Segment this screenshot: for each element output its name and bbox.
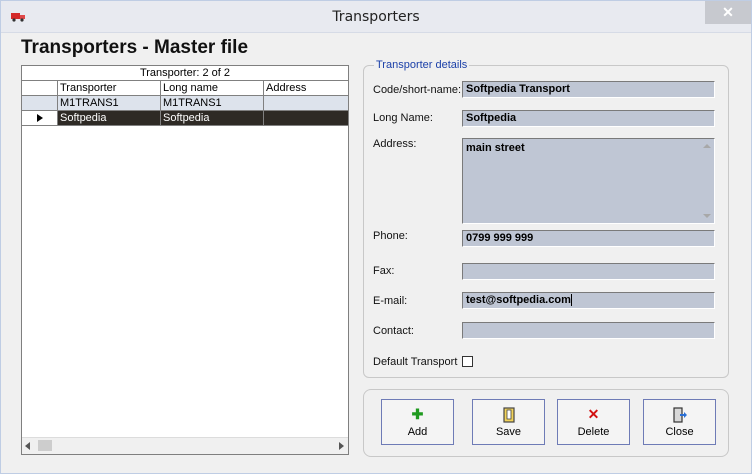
cell-transporter[interactable]: M1TRANS1: [58, 96, 161, 110]
default-transport-label: Default Transport: [373, 356, 458, 368]
row-indicator: [22, 111, 58, 125]
address-label: Address:: [373, 138, 417, 150]
grid-caption: Transporter: 2 of 2: [22, 66, 348, 81]
grid-header-indicator: [22, 81, 58, 95]
address-text: main street: [466, 142, 525, 154]
grid-horizontal-scrollbar[interactable]: [22, 437, 348, 454]
current-row-pointer-icon: [37, 114, 43, 122]
fax-field[interactable]: [462, 263, 715, 280]
cell-address[interactable]: [264, 96, 348, 110]
window-close-button[interactable]: ✕: [705, 1, 751, 24]
table-row[interactable]: M1TRANS1 M1TRANS1: [22, 96, 348, 111]
save-icon: [473, 404, 544, 424]
exit-door-icon: [644, 404, 715, 424]
phone-field[interactable]: 0799 999 999: [462, 230, 715, 247]
transporter-grid[interactable]: Transporter: 2 of 2 Transporter Long nam…: [21, 65, 349, 455]
scroll-down-icon[interactable]: [703, 214, 711, 218]
row-indicator: [22, 96, 58, 110]
cell-transporter[interactable]: Softpedia: [58, 111, 161, 125]
column-header-address[interactable]: Address: [264, 81, 348, 95]
scroll-up-icon[interactable]: [703, 144, 711, 148]
save-button-label: Save: [495, 426, 522, 438]
add-button[interactable]: ✚ Add: [381, 399, 454, 445]
plus-icon: ✚: [411, 406, 424, 422]
code-label: Code/short-name:: [373, 84, 462, 96]
delete-button[interactable]: ✕ Delete: [557, 399, 630, 445]
contact-label: Contact:: [373, 325, 414, 337]
window-title: Transporters: [332, 9, 420, 25]
transporter-details-group: Transporter details Code/short-name: Sof…: [363, 59, 729, 378]
column-header-long-name[interactable]: Long name: [161, 81, 264, 95]
contact-field[interactable]: [462, 322, 715, 339]
text-caret: [570, 294, 572, 307]
group-legend: Transporter details: [374, 59, 470, 71]
scroll-right-icon[interactable]: [339, 442, 344, 450]
delete-x-icon: ✕: [587, 406, 600, 422]
grid-header-row: Transporter Long name Address: [22, 81, 348, 96]
delete-button-label: Delete: [577, 426, 610, 438]
title-bar: Transporters ✕: [1, 1, 751, 33]
email-text: test@softpedia.com: [466, 294, 571, 306]
close-button[interactable]: Close: [643, 399, 716, 445]
long-name-field[interactable]: Softpedia: [462, 110, 715, 127]
long-name-label: Long Name:: [373, 112, 433, 124]
add-button-label: Add: [407, 426, 428, 438]
fax-label: Fax:: [373, 265, 395, 277]
phone-label: Phone:: [373, 230, 408, 242]
close-button-label: Close: [665, 426, 694, 438]
cell-long-name[interactable]: Softpedia: [161, 111, 264, 125]
column-header-transporter[interactable]: Transporter: [58, 81, 161, 95]
email-field[interactable]: test@softpedia.com: [462, 292, 715, 309]
app-window: Transporters ✕ Transporters - Master fil…: [0, 0, 752, 474]
scroll-thumb[interactable]: [38, 440, 52, 451]
cell-address[interactable]: [264, 111, 348, 125]
default-transport-checkbox[interactable]: [462, 356, 473, 367]
table-row-selected[interactable]: Softpedia Softpedia: [22, 111, 348, 126]
save-button[interactable]: Save: [472, 399, 545, 445]
page-title: Transporters - Master file: [21, 37, 249, 58]
action-button-group: ✚ Add Save ✕ Delete Close: [363, 389, 729, 457]
scroll-left-icon[interactable]: [25, 442, 30, 450]
email-label: E-mail:: [373, 295, 408, 307]
cell-long-name[interactable]: M1TRANS1: [161, 96, 264, 110]
code-field[interactable]: Softpedia Transport: [462, 81, 715, 98]
address-field[interactable]: main street: [462, 138, 715, 224]
